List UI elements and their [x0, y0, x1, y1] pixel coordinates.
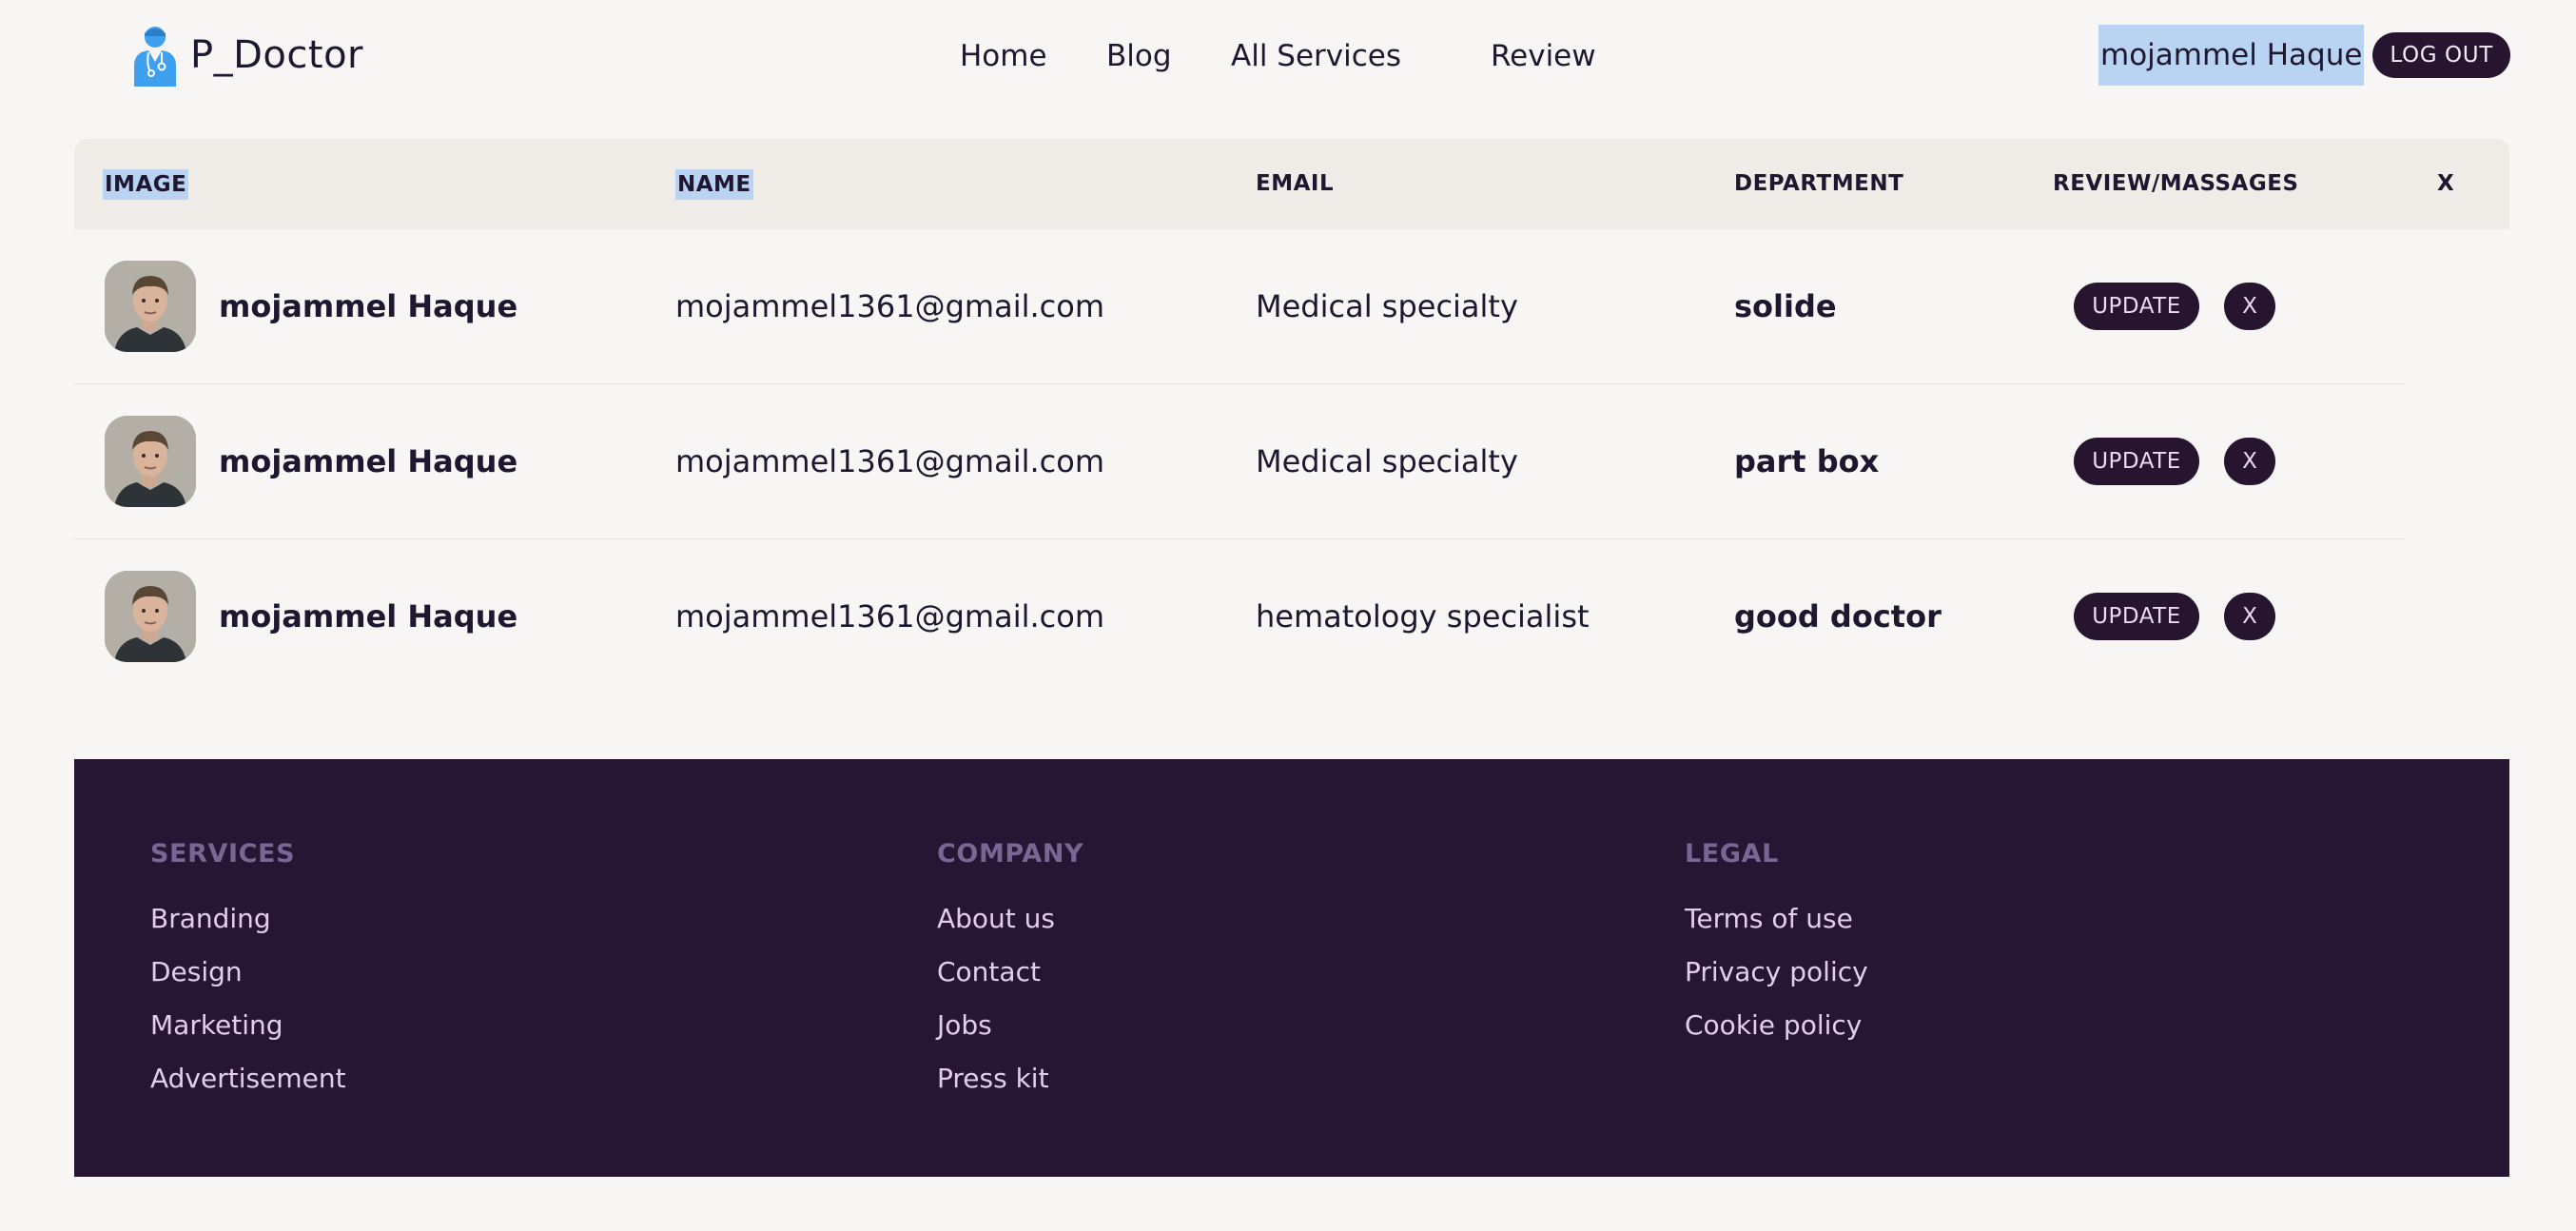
row-review: solide — [1734, 288, 1837, 324]
user-area: mojammel Haque LOG OUT — [2098, 25, 2510, 86]
header-email: EMAIL — [1256, 171, 1335, 196]
row-review: good doctor — [1734, 598, 1942, 635]
nav-blog-link[interactable]: Blog — [1106, 32, 1172, 80]
footer-company-title: COMPANY — [937, 839, 1084, 869]
footer-link-cookie[interactable]: Cookie policy — [1685, 999, 1868, 1052]
brand-link[interactable]: P_Doctor — [131, 23, 363, 88]
footer-services-title: SERVICES — [150, 839, 296, 869]
table-header: IMAGE NAME EMAIL DEPARTMENT REVIEW/MASSA… — [74, 139, 2509, 229]
update-button[interactable]: UPDATE — [2074, 438, 2199, 485]
table-row: mojammel Haque mojammel1361@gmail.com Me… — [74, 384, 2405, 539]
update-button[interactable]: UPDATE — [2074, 283, 2199, 330]
brand-name: P_Doctor — [190, 33, 363, 77]
delete-button[interactable]: X — [2224, 283, 2275, 330]
footer-link-contact[interactable]: Contact — [937, 946, 1083, 999]
update-button[interactable]: UPDATE — [2074, 593, 2199, 640]
footer-services-column: SERVICES Branding Design Marketing Adver… — [150, 837, 346, 1105]
nav-all-services-link[interactable]: All Services — [1231, 32, 1401, 80]
nav-home-link[interactable]: Home — [960, 32, 1047, 80]
footer-legal-title: LEGAL — [1685, 839, 1779, 869]
footer-link-jobs[interactable]: Jobs — [937, 999, 1083, 1052]
row-email: mojammel1361@gmail.com — [675, 288, 1104, 324]
footer-link-advertisement[interactable]: Advertisement — [150, 1052, 346, 1105]
logout-button[interactable]: LOG OUT — [2372, 32, 2510, 78]
footer-legal-column: LEGAL Terms of use Privacy policy Cookie… — [1685, 837, 1868, 1052]
header-department: DEPARTMENT — [1734, 171, 1904, 196]
navbar: P_Doctor Home Blog All Services Review m… — [0, 0, 2576, 112]
footer-link-marketing[interactable]: Marketing — [150, 999, 346, 1052]
row-department: hematology specialist — [1256, 598, 1590, 635]
delete-button[interactable]: X — [2224, 438, 2275, 485]
footer-company-column: COMPANY About us Contact Jobs Press kit — [937, 837, 1083, 1105]
header-x: X — [2437, 171, 2455, 196]
avatar — [105, 571, 196, 662]
footer-link-design[interactable]: Design — [150, 946, 346, 999]
header-name: NAME — [675, 139, 753, 229]
user-name: mojammel Haque — [2098, 25, 2365, 86]
table-row: mojammel Haque mojammel1361@gmail.com Me… — [74, 229, 2405, 384]
doctor-icon — [134, 27, 176, 87]
footer-link-privacy[interactable]: Privacy policy — [1685, 946, 1868, 999]
row-email: mojammel1361@gmail.com — [675, 598, 1104, 635]
row-review: part box — [1734, 443, 1880, 479]
nav-review-link[interactable]: Review — [1491, 32, 1596, 80]
footer: SERVICES Branding Design Marketing Adver… — [74, 759, 2509, 1177]
row-email: mojammel1361@gmail.com — [675, 443, 1104, 479]
footer-link-press-kit[interactable]: Press kit — [937, 1052, 1083, 1105]
footer-link-about-us[interactable]: About us — [937, 892, 1083, 946]
avatar — [105, 261, 196, 352]
footer-link-terms[interactable]: Terms of use — [1685, 892, 1868, 946]
header-review: REVIEW/MASSAGES — [2053, 171, 2299, 196]
table-row: mojammel Haque mojammel1361@gmail.com he… — [74, 539, 2405, 694]
reviews-table: IMAGE NAME EMAIL DEPARTMENT REVIEW/MASSA… — [74, 139, 2509, 694]
row-name: mojammel Haque — [219, 443, 518, 479]
footer-link-branding[interactable]: Branding — [150, 892, 346, 946]
header-image: IMAGE — [103, 139, 189, 229]
row-name: mojammel Haque — [219, 288, 518, 324]
row-department: Medical specialty — [1256, 443, 1518, 479]
row-department: Medical specialty — [1256, 288, 1518, 324]
avatar — [105, 416, 196, 507]
row-name: mojammel Haque — [219, 598, 518, 635]
delete-button[interactable]: X — [2224, 593, 2275, 640]
